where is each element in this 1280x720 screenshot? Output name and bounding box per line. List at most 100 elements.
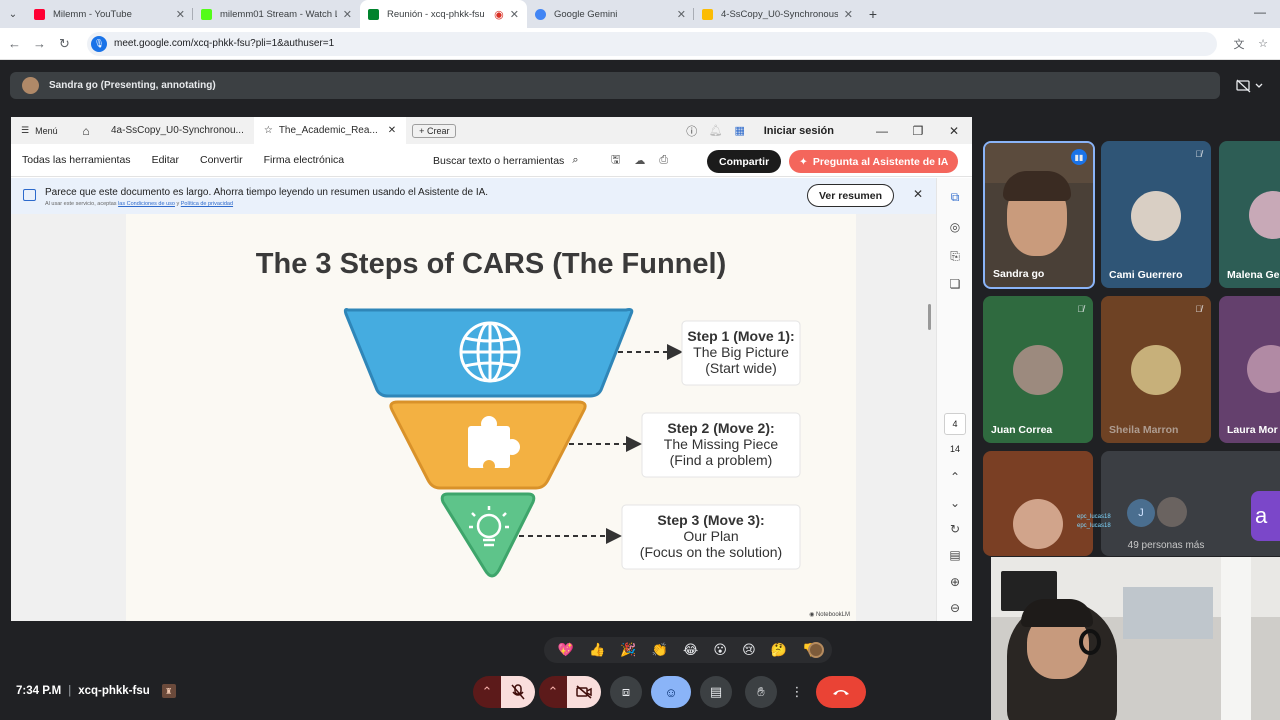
present-screen-button[interactable]: ⧈ <box>610 676 642 708</box>
privacy-link[interactable]: Política de privacidad <box>181 201 233 207</box>
reload-icon[interactable]: ↻ <box>52 36 77 52</box>
acrobat-menu-button[interactable]: ☰ Menú <box>11 125 71 136</box>
bookmark-icon[interactable]: ⎘ <box>937 249 972 264</box>
site-info-icon[interactable]: 🎙 <box>91 35 107 52</box>
apps-grid-icon[interactable]: ▦ <box>728 124 752 137</box>
host-controls-icon[interactable]: ♜ <box>161 684 176 698</box>
close-icon[interactable]: ✕ <box>343 8 352 21</box>
close-icon[interactable]: ✕ <box>936 124 972 138</box>
participant-tile-malena[interactable]: Malena Ge <box>1219 141 1280 288</box>
reaction-sad[interactable]: 😢 <box>742 642 756 658</box>
close-icon[interactable]: ✕ <box>913 187 923 201</box>
restore-icon[interactable]: ❐ <box>900 124 936 138</box>
step-1-line2: (Start wide) <box>705 360 777 376</box>
browser-tab-meet[interactable]: Reunión - xcq-phkk-fsu ◉ ✕ <box>360 0 527 28</box>
self-view-video <box>991 557 1280 720</box>
zoom-out-icon[interactable]: ⊖ <box>937 601 972 615</box>
document-viewer[interactable]: The 3 Steps of CARS (The Funnel) Step 1 … <box>11 214 936 621</box>
presenter-bar: Sandra go (Presenting, annotating) <box>10 72 1220 99</box>
more-participants-tile[interactable]: J a 49 personas más <box>1101 451 1280 556</box>
avatar: J <box>1127 499 1155 527</box>
new-tab-button[interactable]: + <box>861 6 885 22</box>
leave-call-button[interactable] <box>816 676 866 708</box>
zoom-in-icon[interactable]: ⊕ <box>937 575 972 589</box>
scrollbar-thumb[interactable] <box>928 304 931 330</box>
close-icon[interactable]: ✕ <box>388 125 396 136</box>
forward-arrow-icon[interactable]: → <box>27 36 52 51</box>
participant-tile-other[interactable] <box>983 451 1093 556</box>
reaction-laugh[interactable]: 😂 <box>683 642 698 658</box>
participant-tile-sheila[interactable]: 🎙̸ Sheila Marron <box>1101 296 1211 443</box>
meeting-code[interactable]: xcq-phkk-fsu <box>78 685 150 697</box>
participant-tile-juan[interactable]: 🎙̸ Juan Correa <box>983 296 1093 443</box>
drive-favicon-icon <box>702 8 713 20</box>
ai-assistant-button[interactable]: ✦ Pregunta al Asistente de IA <box>789 150 959 173</box>
upload-cloud-icon[interactable]: ☁ <box>634 154 645 167</box>
presentation-options-button[interactable] <box>1230 72 1272 99</box>
address-bar[interactable]: 🎙 meet.google.com/xcq-phkk-fsu?pli=1&aut… <box>87 31 1217 56</box>
reaction-surprised[interactable]: 😮 <box>713 642 727 658</box>
reaction-clap[interactable]: 👏 <box>652 642 668 658</box>
view-summary-button[interactable]: Ver resumen <box>807 184 894 207</box>
video-options-button[interactable]: ⌃ <box>539 676 567 708</box>
minimize-icon[interactable]: — <box>864 124 900 138</box>
window-minimize-button[interactable]: — <box>1254 5 1266 19</box>
save-icon[interactable]: 🖫 <box>611 151 620 170</box>
browser-tab-kick[interactable]: milemm01 Stream - Watch Live ✕ <box>193 0 360 28</box>
close-icon[interactable]: ✕ <box>510 8 519 21</box>
step-3-line1: Our Plan <box>683 528 738 544</box>
menu-esign[interactable]: Firma electrónica <box>264 154 345 166</box>
kick-favicon-icon <box>201 8 212 20</box>
doc-tab-1[interactable]: 4a-SsCopy_U0-Synchronou... <box>101 117 254 144</box>
search-tools-field[interactable]: Buscar texto o herramientas ⌕ <box>433 144 578 177</box>
browser-tab-drive-doc[interactable]: 4-SsCopy_U0-Synchronous Less ✕ <box>694 0 861 28</box>
participant-tile-sandra[interactable]: ▮▮ Sandra go <box>983 141 1095 289</box>
chevron-up-icon[interactable]: ⌃ <box>937 470 972 484</box>
skin-tone-button[interactable] <box>808 642 824 658</box>
close-icon[interactable]: ✕ <box>844 8 853 21</box>
participant-tile-laura[interactable]: Laura Mor <box>1219 296 1280 443</box>
rotate-icon[interactable]: ↻ <box>937 522 972 536</box>
reaction-party[interactable]: 🎉 <box>620 642 636 658</box>
participant-tile-cami[interactable]: 🎙̸ Cami Guerrero <box>1101 141 1211 288</box>
print-icon[interactable]: ⎙ <box>659 154 668 167</box>
translate-icon[interactable]: 文 <box>1227 36 1251 52</box>
page-number-input[interactable]: 4 <box>944 413 966 435</box>
captions-button[interactable]: ▤ <box>700 676 732 708</box>
back-arrow-icon[interactable]: ← <box>2 36 27 51</box>
sign-in-link[interactable]: Iniciar sesión <box>764 125 834 137</box>
copy-pages-icon[interactable]: ❏ <box>937 277 972 291</box>
bell-icon[interactable]: 🔔︎ <box>704 124 728 137</box>
tab-search-button[interactable]: ⌄ <box>0 0 26 28</box>
tab-title: Google Gemini <box>554 8 618 20</box>
close-icon[interactable]: ✕ <box>176 8 185 21</box>
page-fit-icon[interactable]: ▤ <box>937 548 972 562</box>
step-1-heading: Step 1 (Move 1): <box>687 328 794 344</box>
doc-tab-2[interactable]: ☆ The_Academic_Rea... ✕ <box>253 117 407 144</box>
share-button[interactable]: Compartir <box>707 150 782 173</box>
camera-toggle-button[interactable] <box>567 676 601 708</box>
reaction-thumbs-up[interactable]: 👍 <box>589 642 605 658</box>
comment-icon[interactable]: ◎ <box>937 220 972 234</box>
audio-options-button[interactable]: ⌃ <box>473 676 501 708</box>
help-icon[interactable]: ⓘ <box>680 123 704 139</box>
home-icon[interactable]: ⌂ <box>71 124 101 138</box>
reaction-thinking[interactable]: 🤔 <box>771 642 787 658</box>
ai-summary-icon[interactable]: ⧉ <box>937 190 972 205</box>
chevron-down-icon[interactable]: ⌄ <box>937 496 972 510</box>
browser-tab-youtube[interactable]: Milemm - YouTube ✕ <box>26 0 193 28</box>
menu-convert[interactable]: Convertir <box>200 154 243 166</box>
reactions-button[interactable]: ☺ <box>651 676 691 708</box>
close-icon[interactable]: ✕ <box>677 8 686 21</box>
bookmark-star-icon[interactable]: ☆ <box>1251 37 1275 50</box>
menu-all-tools[interactable]: Todas las herramientas <box>22 154 131 166</box>
star-icon[interactable]: ☆ <box>264 125 273 136</box>
reaction-heart[interactable]: 💖 <box>558 642 574 658</box>
create-button[interactable]: + Crear <box>412 123 457 138</box>
menu-edit[interactable]: Editar <box>152 154 179 166</box>
raise-hand-button[interactable]: ✋︎ <box>745 676 777 708</box>
terms-link[interactable]: las Condiciones de uso <box>118 201 175 207</box>
mic-toggle-button[interactable] <box>501 676 535 708</box>
browser-tab-gemini[interactable]: Google Gemini ✕ <box>527 0 694 28</box>
more-options-button[interactable]: ⋮ <box>787 676 807 708</box>
